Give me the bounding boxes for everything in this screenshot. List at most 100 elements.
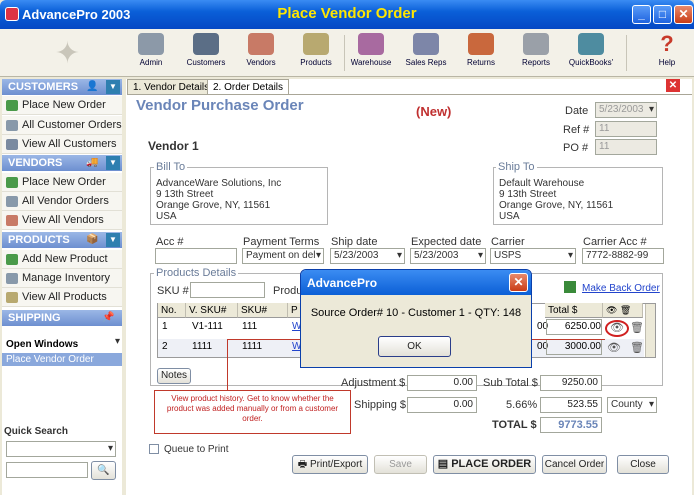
vendors-section-icon: 🚚 xyxy=(86,157,99,168)
sidebar-all-customer-orders[interactable]: All Customer Orders xyxy=(2,116,122,135)
vendors-section-header[interactable]: VENDORS 🚚 ▼ xyxy=(2,155,122,171)
ok-button[interactable]: OK xyxy=(378,336,451,357)
open-windows-panel: Open Windows Place Vendor Order xyxy=(2,336,122,424)
view-history-icon[interactable]: 👁 xyxy=(605,320,629,337)
vendors-button[interactable]: Vendors xyxy=(232,33,290,75)
title-bar: AdvancePro 2003 Place Vendor Order xyxy=(0,0,694,29)
carrier-select[interactable]: USPS xyxy=(490,248,576,264)
returns-icon xyxy=(468,33,494,55)
sidebar-view-customers[interactable]: View All Customers xyxy=(2,135,122,154)
expected-date-select[interactable]: 5/23/2003 xyxy=(410,248,486,264)
warehouse-icon xyxy=(358,33,384,55)
quickbooks-icon xyxy=(578,33,604,55)
products-button[interactable]: Products xyxy=(287,33,345,75)
sidebar-view-vendors[interactable]: View All Vendors xyxy=(2,211,122,230)
tax-rate: 5.66% xyxy=(506,399,538,411)
close-button[interactable]: Close xyxy=(617,455,669,474)
subtotal-field: 9250.00 xyxy=(540,375,602,391)
tax-region-select[interactable]: County xyxy=(607,397,657,413)
vendor-name: Vendor 1 xyxy=(148,139,199,153)
window-title: Place Vendor Order xyxy=(277,5,417,22)
po-field[interactable]: 11 xyxy=(595,139,657,155)
ref-field[interactable]: 11 xyxy=(595,121,657,137)
view-history-icon[interactable]: 👁 xyxy=(607,341,621,354)
minimize-button[interactable]: _ xyxy=(632,5,651,24)
maximize-button[interactable]: □ xyxy=(653,5,672,24)
list-icon xyxy=(6,120,18,131)
place-order-button[interactable]: ▤ PLACE ORDER xyxy=(433,455,536,474)
grid-actions-header: 👁 🗑 xyxy=(603,303,643,318)
shipping-section-header[interactable]: SHIPPING 📌 xyxy=(2,310,122,326)
sidebar-place-vendor-order[interactable]: Place New Order xyxy=(2,173,122,192)
payment-terms-select[interactable]: Payment on del xyxy=(242,248,324,264)
inventory-icon xyxy=(6,273,18,284)
printer-icon: 🖶 xyxy=(297,459,310,470)
collapse-icon[interactable]: ▼ xyxy=(106,80,120,94)
cancel-order-button[interactable]: Cancel Order xyxy=(542,455,607,474)
collapse-icon[interactable]: ▼ xyxy=(106,156,120,170)
quick-search-label: Quick Search xyxy=(4,426,68,437)
order-icon: ▤ xyxy=(437,458,452,470)
tab-vendor-details[interactable]: 1. Vendor Details xyxy=(127,79,216,95)
bill-to-address: AdvanceWare Solutions, Inc 9 13th Street… xyxy=(156,178,282,222)
reports-icon xyxy=(523,33,549,55)
close-tab-icon[interactable]: ✕ xyxy=(666,79,680,92)
sku-input[interactable] xyxy=(190,282,265,298)
reports-button[interactable]: Reports xyxy=(507,33,565,75)
delete-icon[interactable]: 🗑 xyxy=(630,321,644,334)
open-window-item[interactable]: Place Vendor Order xyxy=(2,353,122,366)
shipping-input[interactable]: 0.00 xyxy=(407,397,477,413)
customers-section-icon: 👤 xyxy=(86,81,99,92)
sidebar-view-products[interactable]: View All Products xyxy=(2,288,122,307)
quick-search-type-select[interactable] xyxy=(6,441,116,457)
close-window-button[interactable]: ✕ xyxy=(674,5,693,24)
delete-icon[interactable]: 🗑 xyxy=(630,341,644,354)
print-export-button[interactable]: 🖶 Print/Export xyxy=(292,455,368,474)
page-title: Vendor Purchase Order xyxy=(136,97,304,114)
warehouse-button[interactable]: Warehouse xyxy=(342,33,400,75)
products-section-icon: 📦 xyxy=(86,234,99,245)
carrier-acc-input[interactable]: 7772-8882-99 xyxy=(582,248,664,264)
help-button[interactable]: ? Help xyxy=(640,33,694,75)
quick-search-button[interactable]: 🔍 xyxy=(91,461,116,480)
queue-to-print-checkbox[interactable] xyxy=(149,444,159,454)
sidebar-manage-inventory[interactable]: Manage Inventory xyxy=(2,269,122,288)
sidebar-place-customer-order[interactable]: Place New Order xyxy=(2,96,122,115)
ship-date-select[interactable]: 5/23/2003 xyxy=(330,248,405,264)
admin-button[interactable]: Admin xyxy=(122,33,180,75)
tab-order-details[interactable]: 2. Order Details xyxy=(207,79,290,95)
make-back-order-link[interactable]: Make Back Order xyxy=(582,283,660,294)
quickbooks-button[interactable]: QuickBooks' xyxy=(562,33,620,75)
admin-icon xyxy=(138,33,164,55)
sales-reps-button[interactable]: Sales Reps xyxy=(397,33,455,75)
returns-button[interactable]: Returns xyxy=(452,33,510,75)
grid-scrollbar[interactable] xyxy=(645,304,655,357)
products-icon xyxy=(303,33,329,55)
order-icon xyxy=(6,100,18,111)
message-dialog: AdvancePro ✕ Source Order# 10 - Customer… xyxy=(300,269,532,368)
dialog-title: AdvancePro xyxy=(307,276,378,290)
customers-icon xyxy=(193,33,219,55)
customers-icon xyxy=(6,139,18,150)
sales-reps-icon xyxy=(413,33,439,55)
save-button[interactable]: Save xyxy=(374,455,427,474)
collapse-icon[interactable]: ▼ xyxy=(106,233,120,247)
sidebar-all-vendor-orders[interactable]: All Vendor Orders xyxy=(2,192,122,211)
sidebar-add-product[interactable]: Add New Product xyxy=(2,250,122,269)
products-section-header[interactable]: PRODUCTS 📦 ▼ xyxy=(2,232,122,248)
customers-button[interactable]: Customers xyxy=(177,33,235,75)
acc-input[interactable] xyxy=(155,248,237,264)
notes-button[interactable]: Notes xyxy=(157,368,191,384)
quick-search-input[interactable] xyxy=(6,462,88,478)
ship-to-address: Default Warehouse 9 13th Street Orange G… xyxy=(499,178,614,222)
customers-section-header[interactable]: CUSTOMERS 👤 ▼ xyxy=(2,79,122,95)
list-icon xyxy=(6,196,18,207)
adjustment-input[interactable]: 0.00 xyxy=(407,375,477,391)
date-field[interactable]: 5/23/2003 xyxy=(595,102,657,118)
add-icon xyxy=(6,254,18,265)
dialog-message: Source Order# 10 - Customer 1 - QTY: 148 xyxy=(310,307,522,319)
order-icon xyxy=(6,177,18,188)
total-field: 9773.55 xyxy=(540,417,602,433)
search-icon: 🔍 xyxy=(97,465,110,476)
dialog-close-icon[interactable]: ✕ xyxy=(509,273,528,292)
